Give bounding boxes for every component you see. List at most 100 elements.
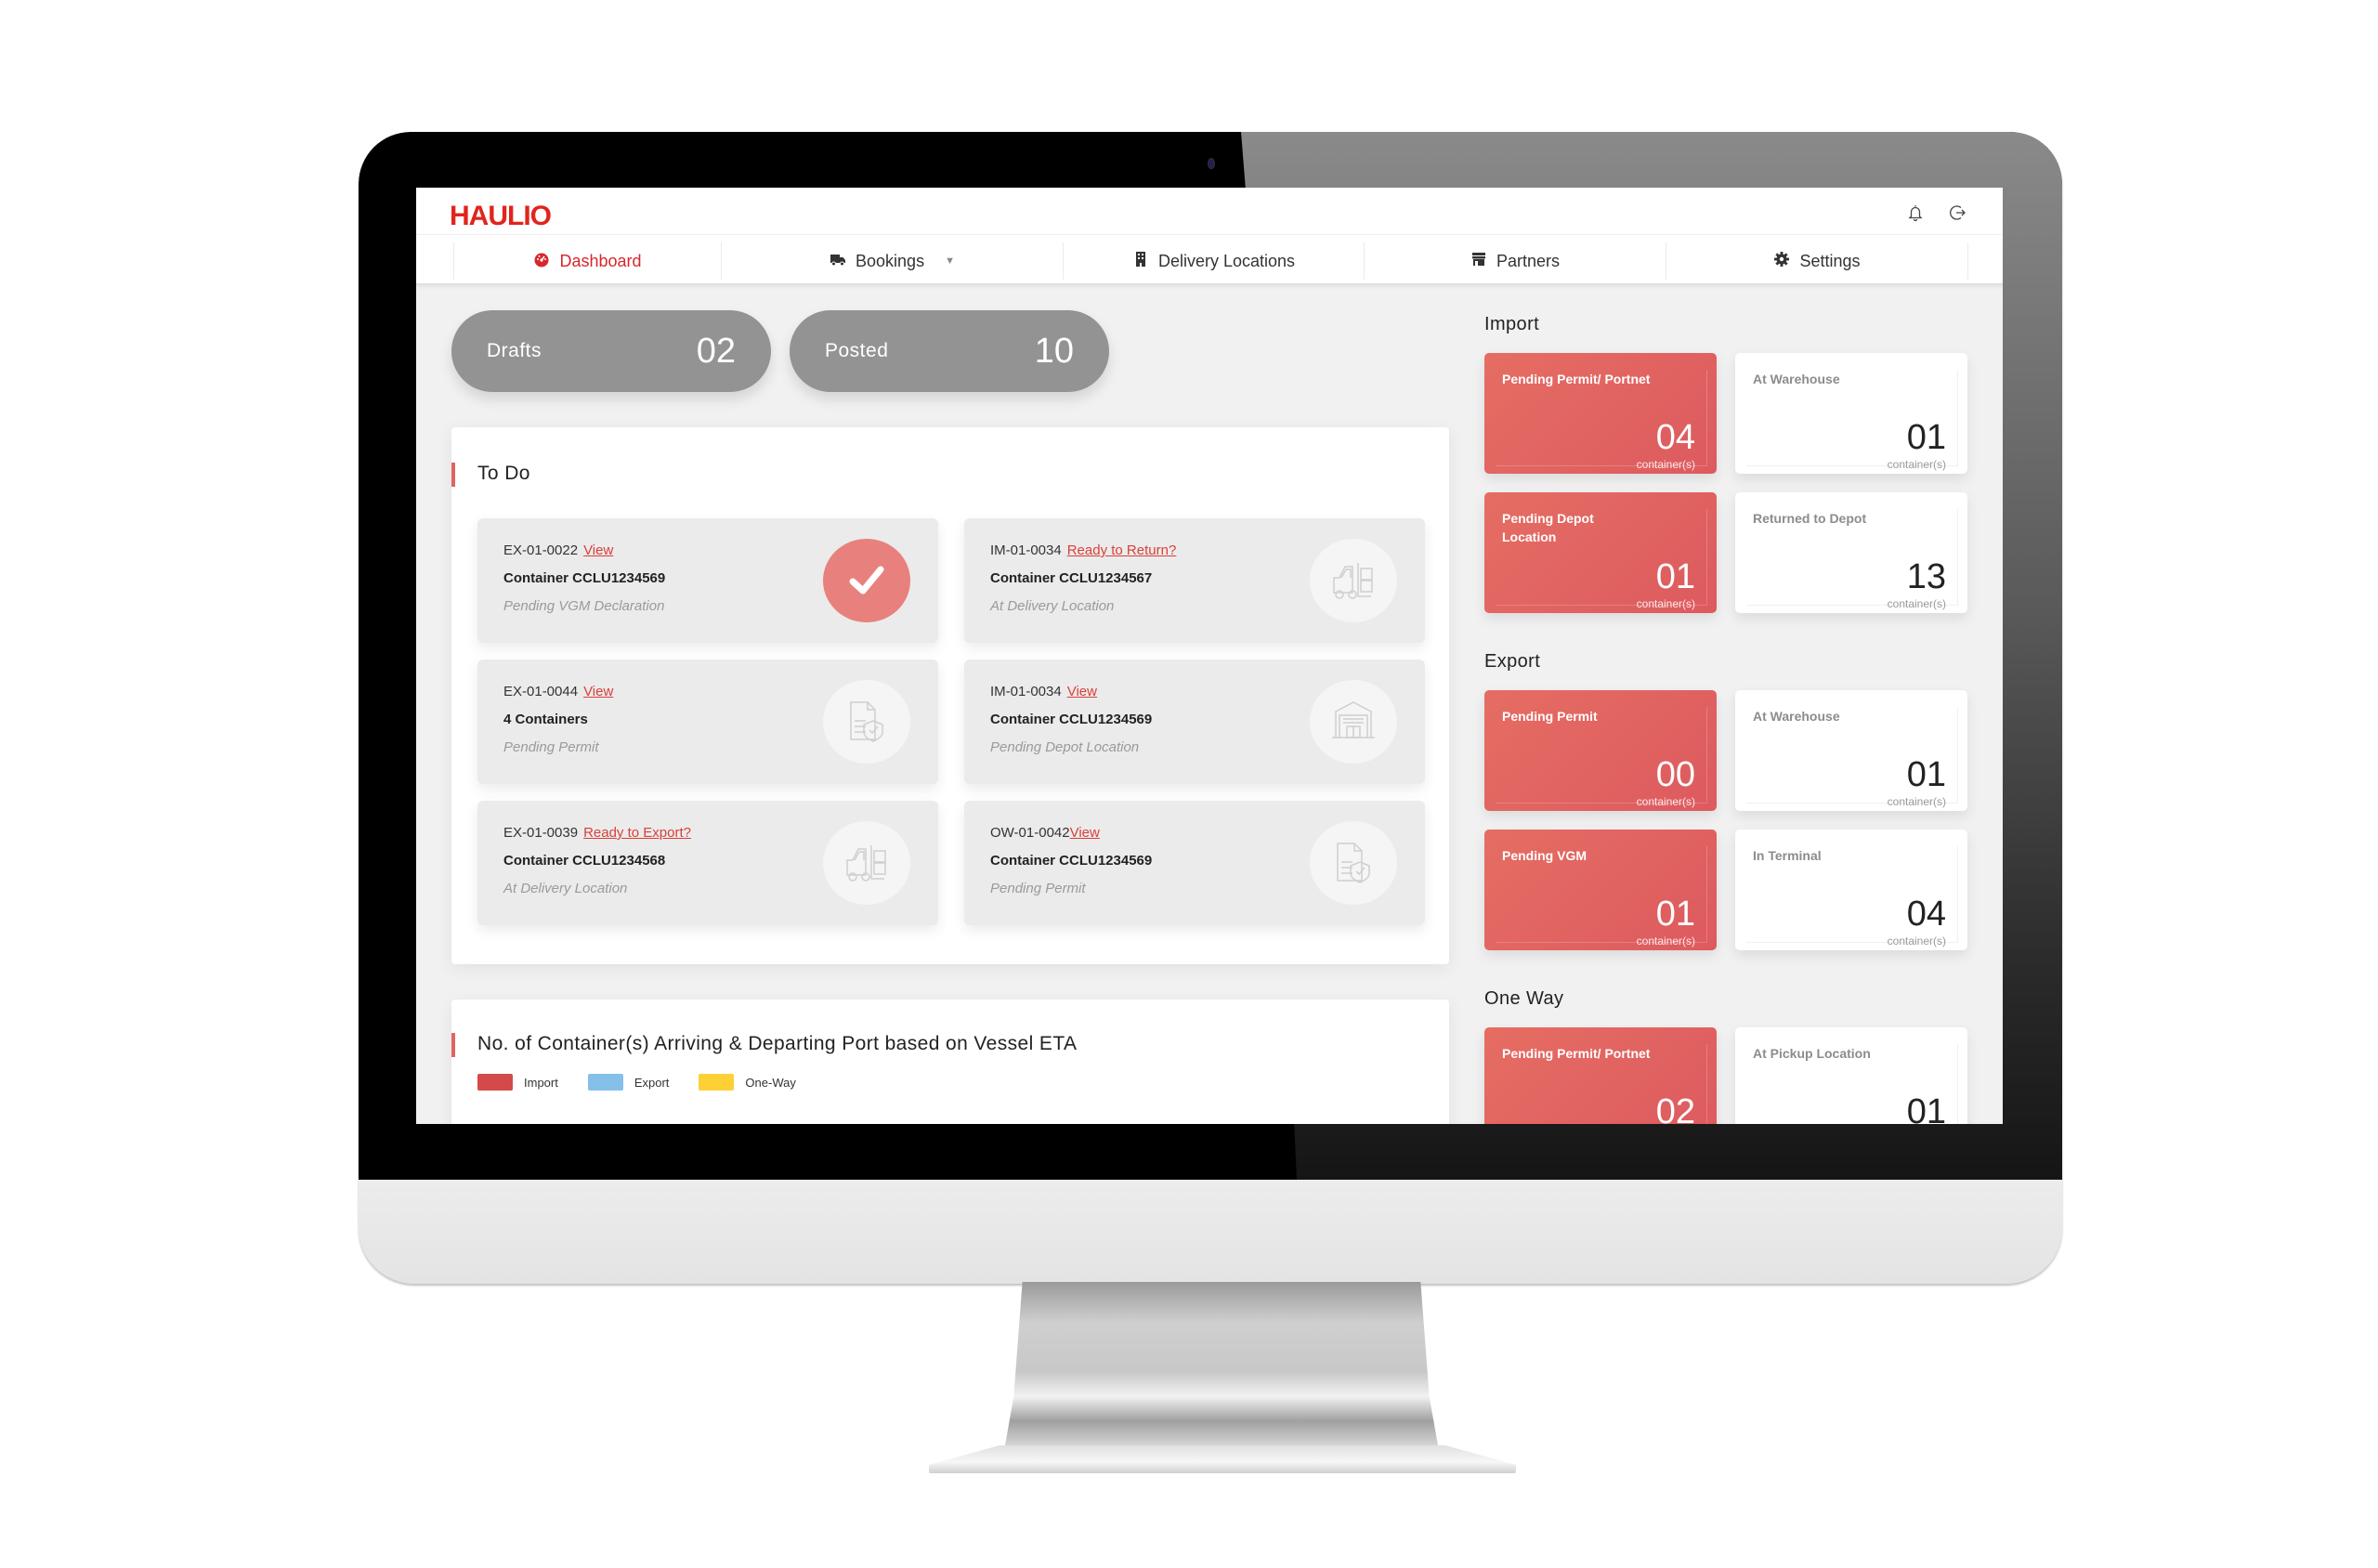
vessel-eta-title: No. of Container(s) Arriving & Departing… (477, 1033, 1078, 1054)
todo-status: At Delivery Location (503, 881, 628, 896)
todo-status: Pending VGM Declaration (503, 598, 665, 614)
tile-count: 04 (1906, 895, 1946, 934)
stat-tile-import-pending-depot[interactable]: Pending Depot Location 01 container(s) (1484, 492, 1717, 613)
section-marker (451, 463, 455, 487)
legend-import[interactable]: Import (477, 1074, 558, 1091)
nav-label: Settings (1799, 251, 1861, 270)
tile-unit: container(s) (1636, 934, 1695, 947)
nav-bookings[interactable]: Bookings ▼ (721, 242, 1063, 280)
stat-tile-export-in-terminal[interactable]: In Terminal 04 container(s) (1735, 830, 1967, 950)
truck-icon (830, 251, 846, 272)
stat-tile-export-at-warehouse[interactable]: At Warehouse 01 container(s) (1735, 690, 1967, 811)
nav-label: Bookings (856, 251, 925, 270)
todo-card[interactable]: EX-01-0039 Ready to Export? Container CCL… (477, 801, 938, 925)
tile-label: Pending Depot Location (1502, 511, 1594, 544)
bell-icon[interactable] (1906, 203, 1925, 222)
legend-label: One-Way (745, 1075, 796, 1090)
stat-tile-export-pending-permit[interactable]: Pending Permit 00 container(s) (1484, 690, 1717, 811)
legend-one-way[interactable]: One-Way (699, 1074, 796, 1091)
ready-to-export-link[interactable]: Ready to Export? (583, 825, 691, 841)
tile-label: Pending Permit (1502, 709, 1598, 724)
todo-view-link[interactable]: View (583, 684, 613, 699)
tile-unit: container(s) (1636, 795, 1695, 808)
todo-container: Container CCLU1234568 (503, 853, 666, 869)
tile-label: Returned to Depot (1753, 511, 1867, 526)
drafts-count: 02 (696, 331, 736, 371)
main-nav: Dashboard Bookings ▼ Delivery Locations … (416, 234, 2003, 285)
chevron-down-icon[interactable]: ▼ (945, 255, 955, 267)
building-icon (1132, 251, 1149, 272)
monitor-chin (359, 1180, 2062, 1284)
logout-icon[interactable] (1949, 203, 1967, 222)
nav-label: Dashboard (559, 251, 642, 270)
todo-container: Container CCLU1234569 (990, 712, 1153, 727)
stat-tile-oneway-pending-permit[interactable]: Pending Permit/ Portnet 02 container(s) (1484, 1027, 1717, 1124)
store-icon (1470, 251, 1487, 272)
stat-tile-import-at-warehouse[interactable]: At Warehouse 01 container(s) (1735, 353, 1967, 474)
ready-to-return-link[interactable]: Ready to Return? (1067, 542, 1177, 558)
tile-count: 01 (1655, 557, 1695, 596)
document-shield-icon (823, 680, 910, 764)
todo-card[interactable]: EX-01-0022 View Container CCLU1234569 Pen… (477, 518, 938, 643)
dashboard-gauge-icon (533, 251, 550, 272)
legend-label: Import (524, 1075, 558, 1090)
tile-label: At Warehouse (1753, 372, 1840, 386)
document-shield-icon (1310, 821, 1397, 905)
oneway-section-title: One Way (1484, 988, 1564, 1009)
todo-card[interactable]: EX-01-0044 View 4 Containers Pending Perm… (477, 660, 938, 784)
tile-count: 01 (1655, 895, 1695, 934)
tile-label: Pending Permit/ Portnet (1502, 1046, 1651, 1061)
tile-label: In Terminal (1753, 848, 1822, 863)
nav-settings[interactable]: Settings (1666, 242, 1967, 280)
posted-pill[interactable]: Posted 10 (790, 310, 1109, 392)
warehouse-icon (1310, 680, 1397, 764)
tile-unit: container(s) (1887, 934, 1946, 947)
tile-unit: container(s) (1636, 597, 1695, 610)
tile-unit: container(s) (1636, 458, 1695, 471)
todo-ref: IM-01-0034 (990, 542, 1062, 558)
section-marker (451, 1033, 455, 1057)
tile-count: 02 (1655, 1092, 1695, 1124)
posted-count: 10 (1034, 331, 1074, 371)
tile-count: 00 (1655, 755, 1695, 794)
top-bar: HAULIO (416, 188, 2003, 234)
drafts-pill[interactable]: Drafts 02 (451, 310, 771, 392)
todo-container: 4 Containers (503, 712, 588, 727)
legend-swatch-one-way (699, 1074, 735, 1091)
todo-card[interactable]: IM-01-0034 Ready to Return? Container CCL… (964, 518, 1425, 643)
haulio-logo[interactable]: HAULIO (450, 201, 552, 232)
stat-tile-import-returned[interactable]: Returned to Depot 13 container(s) (1735, 492, 1967, 613)
legend-export[interactable]: Export (587, 1074, 670, 1091)
stat-tile-export-pending-vgm[interactable]: Pending VGM 01 container(s) (1484, 830, 1717, 950)
todo-card[interactable]: IM-01-0034 View Container CCLU1234569 Pen… (964, 660, 1425, 784)
todo-ref: EX-01-0039 (503, 825, 579, 841)
nav-dashboard[interactable]: Dashboard (453, 242, 721, 280)
chart-legend: Import Export One-Way (477, 1074, 796, 1091)
vessel-eta-panel: No. of Container(s) Arriving & Departing… (451, 1000, 1449, 1124)
stat-tile-oneway-at-pickup[interactable]: At Pickup Location 01 container(s) (1735, 1027, 1967, 1124)
nav-divider (1967, 242, 1968, 280)
nav-delivery-locations[interactable]: Delivery Locations (1063, 242, 1364, 280)
nav-partners[interactable]: Partners (1364, 242, 1666, 280)
nav-label: Partners (1496, 251, 1561, 270)
check-icon[interactable] (823, 539, 910, 622)
tile-label: At Warehouse (1753, 709, 1840, 724)
legend-label: Export (634, 1075, 670, 1090)
todo-card[interactable]: OW-01-0042View Container CCLU1234569 Pen… (964, 801, 1425, 925)
tile-count: 13 (1906, 557, 1946, 596)
forklift-icon (823, 821, 910, 905)
todo-view-link[interactable]: View (1067, 684, 1097, 699)
legend-swatch-export (587, 1074, 623, 1091)
monitor-stand (1005, 1282, 1438, 1445)
tile-count: 01 (1906, 1092, 1946, 1124)
monitor-stand-base (929, 1445, 1516, 1473)
todo-title: To Do (477, 463, 530, 484)
todo-ref: EX-01-0044 (503, 684, 579, 699)
todo-view-link[interactable]: View (583, 542, 613, 558)
stat-tile-import-pending-permit[interactable]: Pending Permit/ Portnet 04 container(s) (1484, 353, 1717, 474)
todo-ref: IM-01-0034 (990, 684, 1062, 699)
todo-view-link[interactable]: View (1070, 825, 1100, 841)
todo-ref: OW-01-0042 (990, 825, 1070, 841)
tile-label: At Pickup Location (1753, 1046, 1871, 1061)
todo-panel: To Do EX-01-0022 View Container CCLU12345… (451, 427, 1449, 964)
